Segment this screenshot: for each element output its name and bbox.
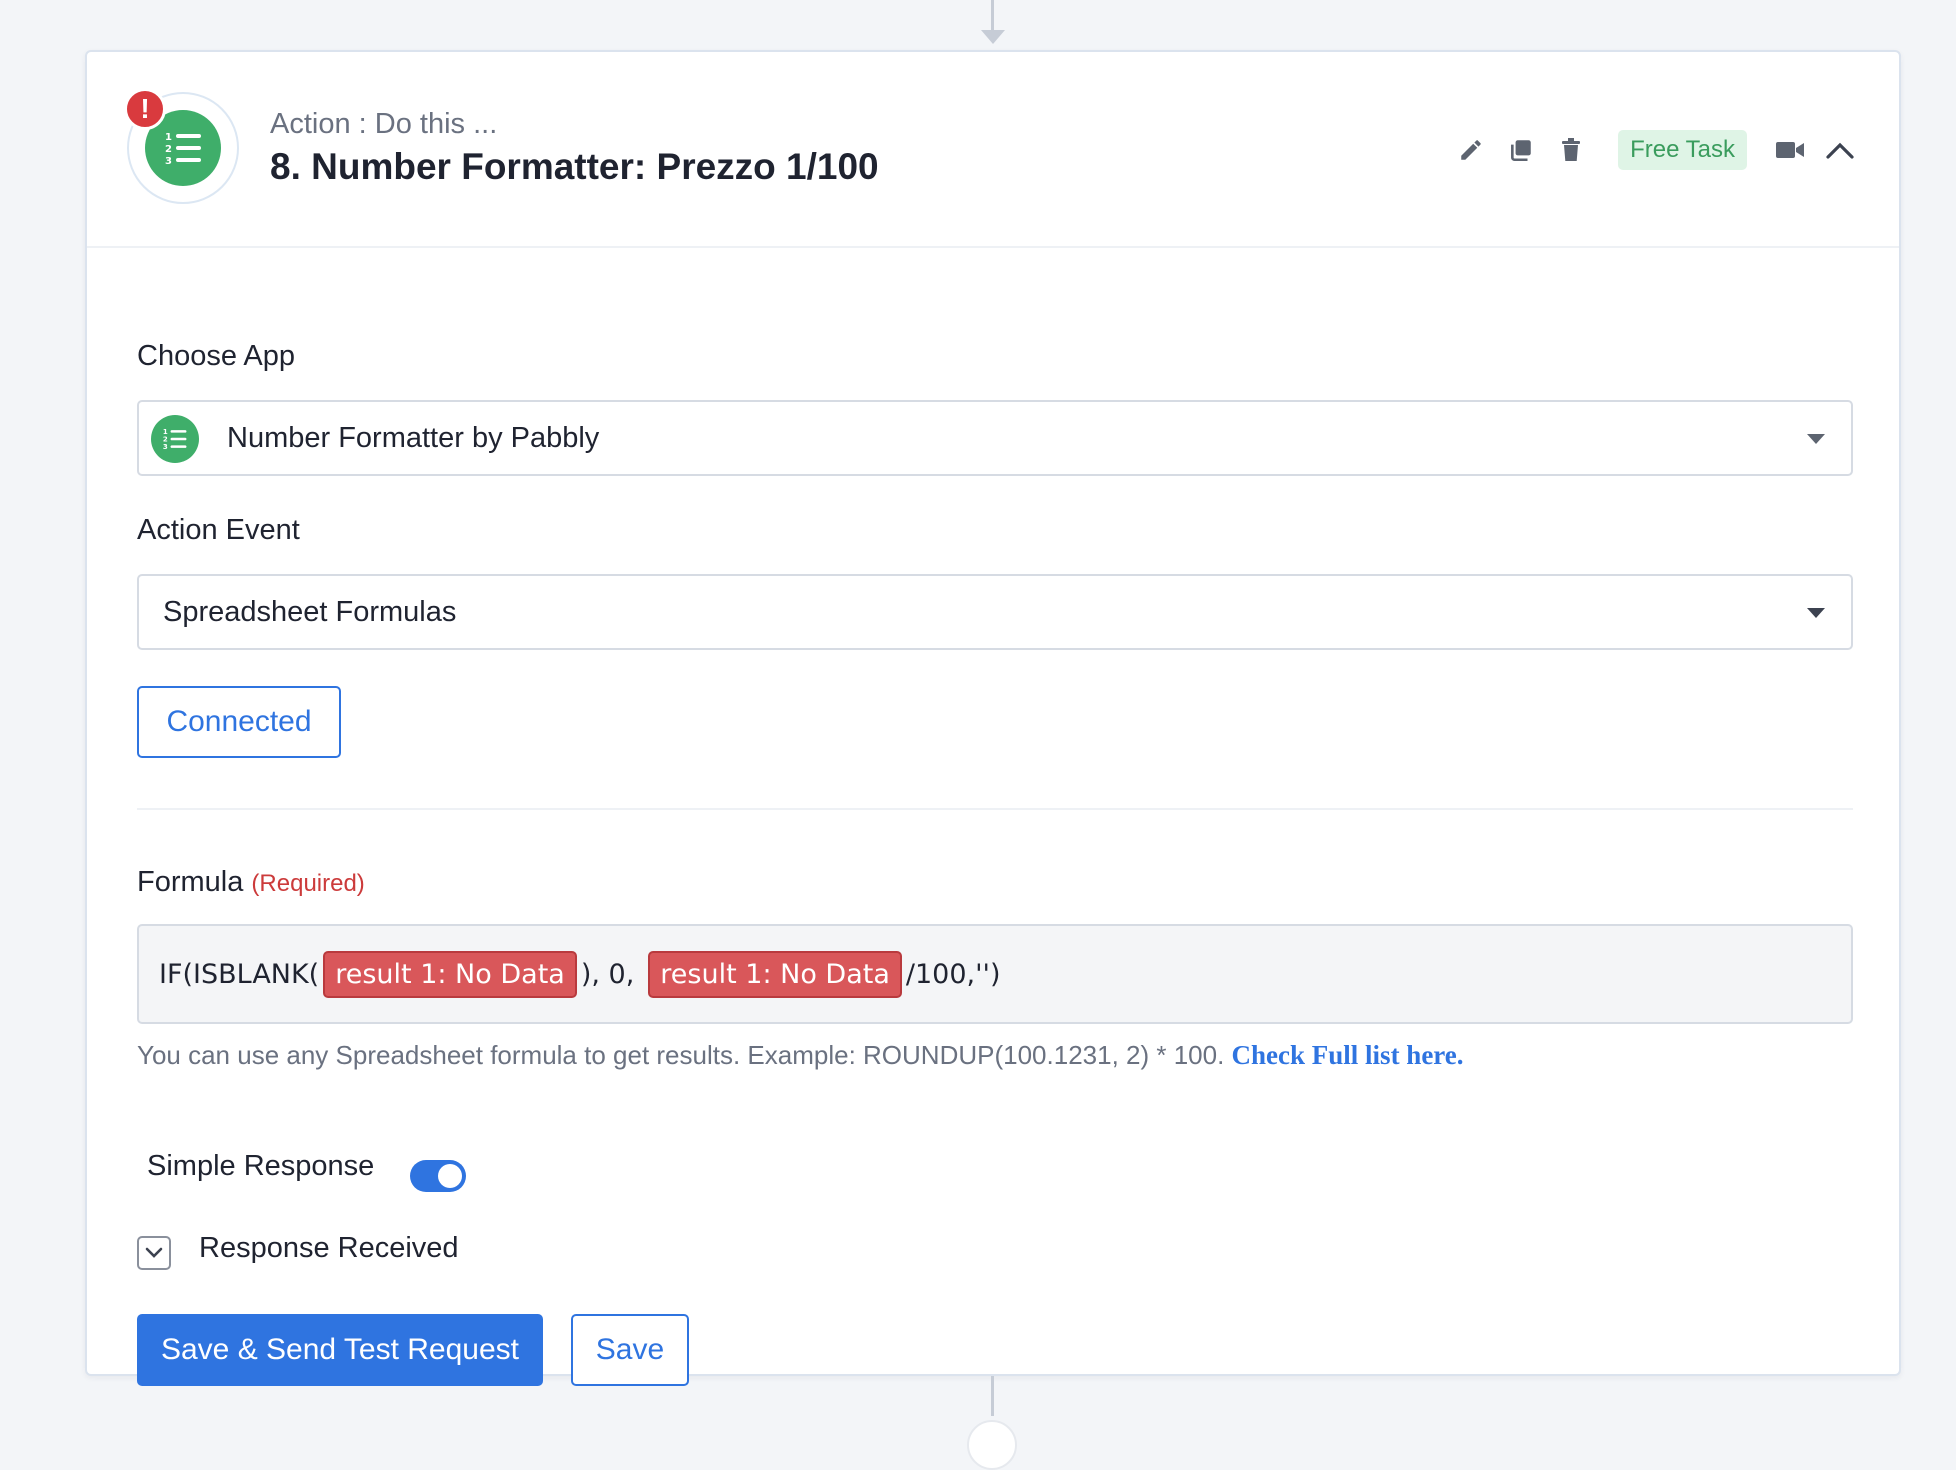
action-event-select[interactable]: Spreadsheet Formulas bbox=[137, 574, 1853, 650]
formula-text-part: /100,'') bbox=[905, 958, 1001, 990]
variable-pill[interactable]: result 1: No Data bbox=[648, 950, 902, 998]
flow-arrow-icon bbox=[981, 30, 1005, 44]
svg-text:3: 3 bbox=[163, 443, 168, 451]
formula-text-part: ), 0, bbox=[580, 958, 635, 990]
number-formatter-icon: 123 bbox=[151, 415, 199, 463]
variable-pill[interactable]: result 1: No Data bbox=[323, 950, 577, 998]
formula-input[interactable]: IF(ISBLANK( result 1: No Data ), 0, resu… bbox=[137, 924, 1853, 1024]
formula-label: Formula (Required) bbox=[137, 866, 365, 899]
formula-label-text: Formula bbox=[137, 866, 244, 898]
svg-text:3: 3 bbox=[165, 156, 172, 167]
flow-connector-bottom bbox=[991, 1376, 994, 1416]
video-icon[interactable] bbox=[1765, 128, 1815, 172]
trash-icon[interactable] bbox=[1546, 128, 1596, 172]
svg-text:1: 1 bbox=[163, 428, 168, 436]
response-received-label: Response Received bbox=[199, 1232, 459, 1264]
action-event-label: Action Event bbox=[137, 514, 300, 546]
step-actions: Free Task bbox=[1446, 128, 1865, 172]
svg-text:1: 1 bbox=[165, 132, 172, 143]
chevron-up-icon[interactable] bbox=[1815, 128, 1865, 172]
pencil-icon[interactable] bbox=[1446, 128, 1496, 172]
svg-text:2: 2 bbox=[163, 436, 168, 444]
formula-helper: You can use any Spreadsheet formula to g… bbox=[137, 1040, 1464, 1071]
choose-app-value: Number Formatter by Pabbly bbox=[227, 422, 600, 454]
response-received-toggle[interactable] bbox=[137, 1236, 171, 1270]
chevron-down-icon bbox=[145, 1247, 163, 1258]
step-subtitle: Action : Do this ... bbox=[270, 108, 498, 140]
save-button[interactable]: Save bbox=[571, 1314, 689, 1386]
svg-text:2: 2 bbox=[165, 144, 172, 155]
formula-helper-text: You can use any Spreadsheet formula to g… bbox=[137, 1040, 1225, 1070]
add-step-button[interactable] bbox=[967, 1420, 1017, 1470]
action-event-value: Spreadsheet Formulas bbox=[163, 596, 457, 628]
toggle-knob bbox=[438, 1164, 462, 1188]
section-divider bbox=[137, 808, 1853, 810]
copy-icon[interactable] bbox=[1496, 128, 1546, 172]
connected-button[interactable]: Connected bbox=[137, 686, 341, 758]
chevron-down-icon bbox=[1807, 434, 1825, 444]
formula-text-part: IF(ISBLANK( bbox=[159, 958, 320, 990]
step-header[interactable]: 123 ! Action : Do this ... 8. Number For… bbox=[87, 52, 1899, 248]
step-title: 8. Number Formatter: Prezzo 1/100 bbox=[270, 146, 879, 187]
action-step-card: 123 ! Action : Do this ... 8. Number For… bbox=[85, 50, 1901, 1386]
choose-app-label: Choose App bbox=[137, 340, 296, 372]
save-send-test-button[interactable]: Save & Send Test Request bbox=[137, 1314, 543, 1386]
error-alert-icon: ! bbox=[124, 88, 166, 130]
simple-response-label: Simple Response bbox=[147, 1150, 375, 1182]
required-indicator: (Required) bbox=[251, 870, 365, 897]
chevron-down-icon bbox=[1807, 608, 1825, 618]
free-task-badge: Free Task bbox=[1618, 130, 1747, 170]
choose-app-select[interactable]: 123 Number Formatter by Pabbly bbox=[137, 400, 1853, 476]
full-list-link[interactable]: Check Full list here. bbox=[1232, 1040, 1464, 1070]
simple-response-toggle[interactable] bbox=[410, 1160, 466, 1192]
